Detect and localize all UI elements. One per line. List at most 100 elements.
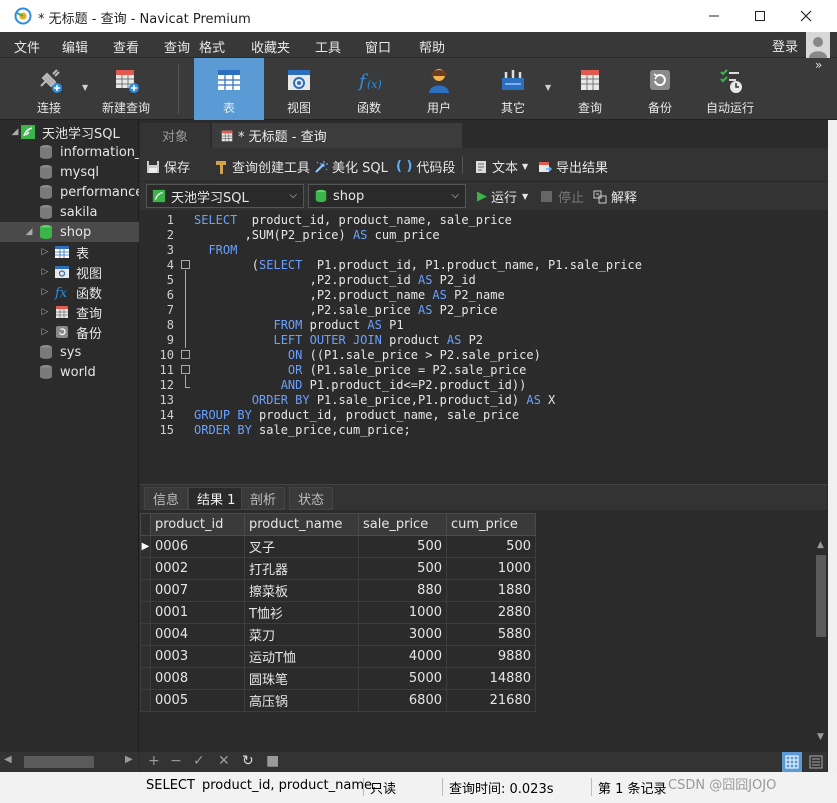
- table-cell[interactable]: 9880: [446, 645, 536, 668]
- run-button[interactable]: ▶ 运行 ▼: [477, 187, 528, 206]
- table-cell[interactable]: 0003: [150, 645, 245, 668]
- tree-connection[interactable]: ◢ 天池学习SQL: [0, 122, 139, 142]
- table-row[interactable]: ▶ 0006 叉子 500 500: [140, 535, 536, 558]
- sql-editor[interactable]: 1 SELECT product_id, product_name, sale_p…: [140, 210, 827, 480]
- table-cell[interactable]: 叉子: [244, 535, 359, 558]
- menu-help[interactable]: 帮助: [419, 37, 445, 56]
- query-builder-button[interactable]: 查询创建工具: [214, 157, 310, 176]
- function-button[interactable]: f (x) 函数: [346, 58, 392, 120]
- tab-result-1[interactable]: 结果 1: [188, 487, 245, 510]
- table-row[interactable]: 0002 打孔器 500 1000: [140, 557, 536, 580]
- login-link[interactable]: 登录: [772, 36, 798, 55]
- tree-horizontal-scrollbar[interactable]: ◀ ▶: [0, 752, 139, 772]
- apply-changes-icon[interactable]: ✓: [193, 753, 205, 769]
- row-marker[interactable]: [140, 623, 151, 646]
- table-cell[interactable]: 2880: [446, 601, 536, 624]
- code-line[interactable]: 15 ORDER BY sale_price,cum_price;: [140, 423, 827, 438]
- avatar[interactable]: [806, 32, 830, 58]
- save-button[interactable]: 保存: [146, 157, 190, 176]
- maximize-button[interactable]: [737, 0, 783, 32]
- row-marker[interactable]: [140, 689, 151, 712]
- tree-db-world[interactable]: world: [0, 362, 139, 382]
- delete-record-icon[interactable]: −: [170, 753, 182, 769]
- code-line[interactable]: 10 ON ((P1.sale_price > P2.sale_price): [140, 348, 827, 363]
- new-query-button[interactable]: 新建查询: [96, 58, 156, 120]
- expand-arrow-icon[interactable]: ▷: [40, 307, 50, 317]
- row-marker[interactable]: [140, 645, 151, 668]
- tree-tables[interactable]: ▷ 表: [0, 242, 139, 262]
- tree-db-mysql[interactable]: mysql: [0, 162, 139, 182]
- table-cell[interactable]: 0001: [150, 601, 245, 624]
- code-line[interactable]: 14 GROUP BY product_id, product_name, sal…: [140, 408, 827, 423]
- refresh-icon[interactable]: ↻: [242, 753, 254, 769]
- table-cell[interactable]: 500: [358, 535, 447, 558]
- table-row[interactable]: 0005 高压锅 6800 21680: [140, 689, 536, 712]
- menu-tools[interactable]: 工具: [315, 37, 341, 56]
- table-cell[interactable]: 0007: [150, 579, 245, 602]
- column-header[interactable]: product_name: [244, 513, 359, 536]
- code-line[interactable]: 5 ,P2.product_id AS P2_id: [140, 273, 827, 288]
- expand-arrow-icon[interactable]: ▷: [40, 287, 50, 297]
- tree-db-shop[interactable]: ◢ shop: [0, 222, 139, 242]
- code-line[interactable]: 3 FROM: [140, 243, 827, 258]
- expand-arrow-icon[interactable]: ▷: [40, 247, 50, 257]
- scroll-up-icon[interactable]: ▲: [817, 540, 824, 550]
- stop-loading-icon[interactable]: ■: [266, 753, 279, 769]
- tab-query[interactable]: * 无标题 - 查询: [212, 123, 462, 148]
- form-view-button[interactable]: [806, 752, 826, 772]
- table-row[interactable]: 0007 擦菜板 880 1880: [140, 579, 536, 602]
- table-cell[interactable]: 运动T恤: [244, 645, 359, 668]
- close-button[interactable]: [783, 0, 829, 32]
- scroll-right-icon[interactable]: ▶: [125, 754, 133, 765]
- text-button[interactable]: 文本 ▼: [474, 157, 528, 176]
- menu-favorites[interactable]: 收藏夹: [251, 37, 290, 56]
- table-button[interactable]: 表: [194, 58, 264, 120]
- explain-button[interactable]: 解释: [593, 187, 637, 206]
- table-cell[interactable]: 3000: [358, 623, 447, 646]
- menu-format[interactable]: 格式: [199, 37, 225, 56]
- table-cell[interactable]: 高压锅: [244, 689, 359, 712]
- collapse-arrow-icon[interactable]: ◢: [24, 227, 34, 237]
- add-record-icon[interactable]: +: [148, 753, 160, 769]
- table-cell[interactable]: 4000: [358, 645, 447, 668]
- table-cell[interactable]: 1000: [446, 557, 536, 580]
- column-header[interactable]: cum_price: [446, 513, 536, 536]
- tab-profile[interactable]: 剖析: [241, 487, 286, 510]
- table-cell[interactable]: 0005: [150, 689, 245, 712]
- fold-toggle-icon[interactable]: [181, 365, 190, 374]
- code-snippet-button[interactable]: ( ) 代码段: [396, 157, 455, 176]
- table-cell[interactable]: 880: [358, 579, 447, 602]
- menu-window[interactable]: 窗口: [365, 37, 391, 56]
- code-line[interactable]: 11 OR (P1.sale_price = P2.sale_price: [140, 363, 827, 378]
- code-line[interactable]: 2 ,SUM(P2_price) AS cum_price: [140, 228, 827, 243]
- database-select[interactable]: shop ⌵: [308, 184, 466, 208]
- code-line[interactable]: 6 ,P2.product_name AS P2_name: [140, 288, 827, 303]
- table-cell[interactable]: 1000: [358, 601, 447, 624]
- table-cell[interactable]: T恤衫: [244, 601, 359, 624]
- column-header[interactable]: product_id: [150, 513, 245, 536]
- code-line[interactable]: 7 ,P2.sale_price AS P2_price: [140, 303, 827, 318]
- view-button[interactable]: 视图: [276, 58, 322, 120]
- row-marker[interactable]: [140, 667, 151, 690]
- export-result-button[interactable]: 导出结果: [538, 157, 608, 176]
- code-line[interactable]: 13 ORDER BY P1.sale_price,P1.product_id)…: [140, 393, 827, 408]
- tree-views[interactable]: ▷ 视图: [0, 262, 139, 282]
- table-cell[interactable]: 圆珠笔: [244, 667, 359, 690]
- code-line[interactable]: 4 (SELECT P1.product_id, P1.product_name…: [140, 258, 827, 273]
- table-cell[interactable]: 0006: [150, 535, 245, 558]
- user-button[interactable]: 用户: [416, 58, 462, 120]
- others-dropdown-arrow[interactable]: ▼: [545, 83, 551, 92]
- code-line[interactable]: 9 LEFT OUTER JOIN product AS P2: [140, 333, 827, 348]
- fold-toggle-icon[interactable]: [181, 260, 190, 269]
- tree-db-sys[interactable]: sys: [0, 342, 139, 362]
- code-line[interactable]: 12 AND P1.product_id<=P2.product_id)): [140, 378, 827, 393]
- tab-status[interactable]: 状态: [289, 487, 334, 510]
- code-line[interactable]: 8 FROM product AS P1: [140, 318, 827, 333]
- code-line[interactable]: 1 SELECT product_id, product_name, sale_p…: [140, 213, 827, 228]
- scroll-down-icon[interactable]: ▼: [817, 732, 824, 742]
- stop-button[interactable]: 停止: [541, 187, 584, 206]
- menu-file[interactable]: 文件: [14, 37, 40, 56]
- others-button[interactable]: 其它: [490, 58, 536, 120]
- tree-queries[interactable]: ▷ 查询: [0, 302, 139, 322]
- scrollbar-thumb[interactable]: [816, 555, 826, 637]
